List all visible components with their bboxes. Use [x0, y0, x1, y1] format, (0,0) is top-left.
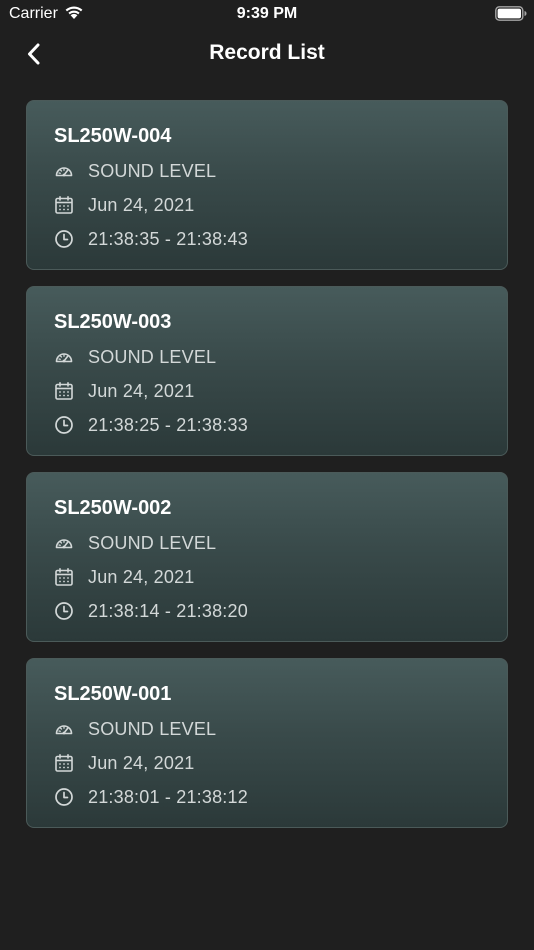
- status-time: 9:39 PM: [236, 5, 298, 22]
- record-time-range: 21:38:01 - 21:38:12: [88, 786, 248, 807]
- record-card[interactable]: SL250W-003 SOUND LEVEL Jun 24, 2021 21:3…: [26, 286, 508, 456]
- record-type: SOUND LEVEL: [88, 160, 217, 181]
- calendar-icon: [55, 382, 73, 400]
- record-time-range: 21:38:25 - 21:38:33: [88, 414, 248, 435]
- record-type-row: SOUND LEVEL: [54, 531, 216, 555]
- clock-icon: [55, 602, 73, 620]
- record-time-row: 21:38:35 - 21:38:43: [54, 227, 248, 251]
- chevron-left-icon: [28, 43, 40, 65]
- record-date: Jun 24, 2021: [88, 380, 195, 401]
- record-date-row: Jun 24, 2021: [54, 565, 195, 589]
- record-date-row: Jun 24, 2021: [54, 193, 195, 217]
- navigation-bar: Record List: [0, 30, 534, 78]
- back-button[interactable]: [16, 36, 52, 72]
- record-date-row: Jun 24, 2021: [54, 751, 195, 775]
- calendar-icon: [55, 196, 73, 214]
- page-title: Record List: [209, 41, 325, 64]
- status-bar: Carrier 9:39 PM: [0, 0, 534, 30]
- record-list: SL250W-004 SOUND LEVEL Jun 24, 2021 21:3…: [26, 100, 508, 844]
- record-date: Jun 24, 2021: [88, 752, 195, 773]
- clock-icon: [55, 230, 73, 248]
- record-time-range: 21:38:14 - 21:38:20: [88, 600, 248, 621]
- record-type-row: SOUND LEVEL: [54, 345, 216, 369]
- record-time-row: 21:38:01 - 21:38:12: [54, 785, 248, 809]
- gauge-icon: [55, 539, 73, 549]
- battery-icon: [495, 6, 527, 21]
- record-time-row: 21:38:25 - 21:38:33: [54, 413, 248, 437]
- calendar-icon: [55, 754, 73, 772]
- record-date-row: Jun 24, 2021: [54, 379, 195, 403]
- calendar-icon: [55, 568, 73, 586]
- record-time-row: 21:38:14 - 21:38:20: [54, 599, 248, 623]
- record-card[interactable]: SL250W-001 SOUND LEVEL Jun 24, 2021 21:3…: [26, 658, 508, 828]
- record-type-row: SOUND LEVEL: [54, 159, 216, 183]
- record-date: Jun 24, 2021: [88, 566, 195, 587]
- gauge-icon: [55, 725, 73, 735]
- record-type: SOUND LEVEL: [88, 346, 217, 367]
- record-type: SOUND LEVEL: [88, 532, 217, 553]
- record-name: SL250W-004: [54, 125, 172, 147]
- record-card[interactable]: SL250W-002 SOUND LEVEL Jun 24, 2021 21:3…: [26, 472, 508, 642]
- gauge-icon: [55, 353, 73, 363]
- clock-icon: [55, 416, 73, 434]
- record-name: SL250W-001: [54, 683, 172, 705]
- record-date: Jun 24, 2021: [88, 194, 195, 215]
- gauge-icon: [55, 167, 73, 177]
- record-name: SL250W-002: [54, 497, 172, 519]
- record-time-range: 21:38:35 - 21:38:43: [88, 228, 248, 249]
- record-name: SL250W-003: [54, 311, 172, 333]
- record-type-row: SOUND LEVEL: [54, 717, 216, 741]
- record-card[interactable]: SL250W-004 SOUND LEVEL Jun 24, 2021 21:3…: [26, 100, 508, 270]
- record-type: SOUND LEVEL: [88, 718, 217, 739]
- clock-icon: [55, 788, 73, 806]
